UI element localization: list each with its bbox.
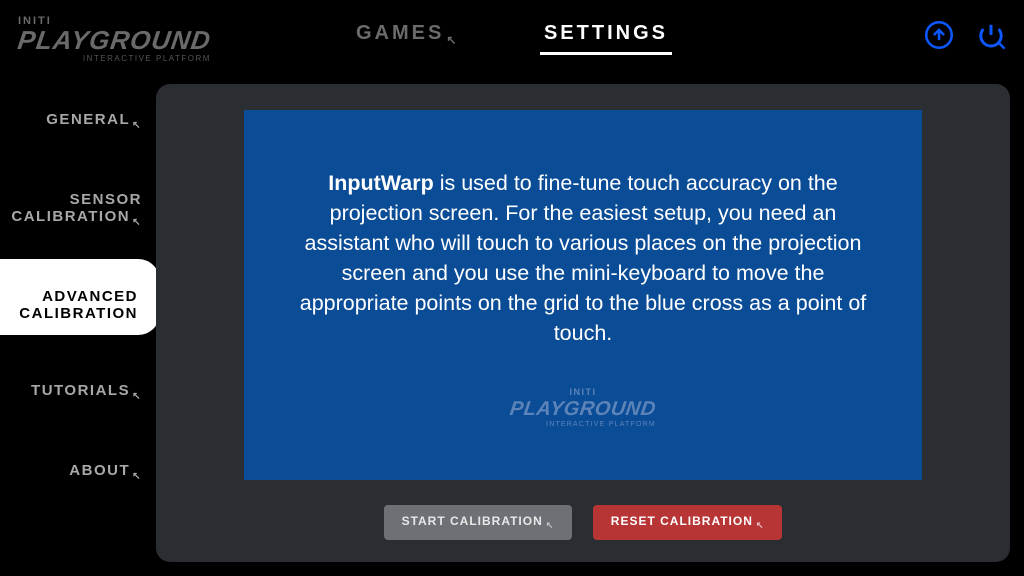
action-buttons: START CALIBRATION↖ RESET CALIBRATION↖: [156, 505, 1010, 540]
cursor-icon: ↖: [132, 217, 142, 228]
sidebar-item-about[interactable]: ABOUT↖: [0, 432, 160, 494]
info-brand-main: PLAYGROUND: [509, 399, 658, 419]
cursor-icon: ↖: [132, 471, 142, 482]
cursor-icon: ↖: [756, 520, 765, 530]
top-nav: GAMES↖ SETTINGS: [0, 22, 1024, 47]
sidebar-item-general[interactable]: GENERAL↖: [0, 82, 160, 144]
info-brand-top: INITI: [570, 387, 597, 397]
start-calibration-button[interactable]: START CALIBRATION↖: [384, 505, 573, 540]
sidebar-item-tutorials[interactable]: TUTORIALS↖: [0, 353, 160, 415]
power-icon[interactable]: [974, 18, 1008, 52]
sidebar-item-sensor-calibration[interactable]: SENSOR CALIBRATION↖: [0, 162, 160, 241]
sidebar-item-advanced-calibration[interactable]: ADVANCED CALIBRATION: [0, 259, 160, 335]
start-calibration-label: START CALIBRATION: [402, 514, 543, 528]
sidebar-label-general: GENERAL: [46, 111, 130, 128]
info-box: InputWarp is used to fine-tune touch acc…: [244, 110, 922, 480]
cursor-icon: ↖: [546, 520, 555, 530]
tab-settings[interactable]: SETTINGS: [544, 22, 668, 45]
cursor-icon: ↖: [132, 120, 142, 131]
info-brand-sub: INTERACTIVE PLATFORM: [510, 421, 656, 428]
tab-games[interactable]: GAMES↖: [356, 22, 459, 47]
tab-games-label: GAMES: [356, 22, 444, 44]
brand-sub: INTERACTIVE PLATFORM: [18, 55, 211, 63]
settings-sidebar: GENERAL↖ SENSOR CALIBRATION↖ ADVANCED CA…: [0, 82, 160, 512]
content-panel: InputWarp is used to fine-tune touch acc…: [156, 84, 1010, 562]
info-brand: INITI PLAYGROUND INTERACTIVE PLATFORM: [510, 383, 656, 428]
tab-settings-label: SETTINGS: [544, 22, 668, 44]
sidebar-label-about: ABOUT: [69, 462, 130, 479]
info-text: InputWarp is used to fine-tune touch acc…: [288, 168, 878, 349]
reset-calibration-label: RESET CALIBRATION: [611, 514, 753, 528]
cursor-icon: ↖: [446, 33, 459, 47]
cursor-icon: ↖: [132, 391, 142, 402]
reset-calibration-button[interactable]: RESET CALIBRATION↖: [593, 505, 783, 540]
upload-circle-icon[interactable]: [922, 18, 956, 52]
sidebar-label-sensor: SENSOR CALIBRATION: [11, 191, 142, 225]
info-text-rest: is used to fine-tune touch accuracy on t…: [300, 171, 867, 345]
info-text-strong: InputWarp: [328, 171, 433, 195]
sidebar-label-tutorials: TUTORIALS: [31, 382, 130, 399]
sidebar-label-advanced: ADVANCED CALIBRATION: [19, 288, 138, 322]
